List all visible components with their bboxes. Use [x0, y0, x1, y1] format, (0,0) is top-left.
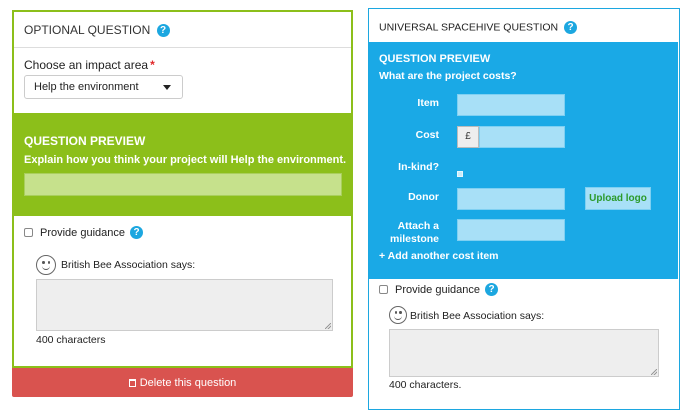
panel-title: OPTIONAL QUESTION — [24, 23, 151, 37]
preview-title: QUESTION PREVIEW — [24, 134, 146, 148]
guidance-label: Provide guidance — [395, 283, 481, 296]
add-cost-item-link[interactable]: + Add another cost item — [379, 250, 499, 262]
impact-area-label-text: Choose an impact area — [24, 58, 149, 72]
donor-label: Donor — [408, 191, 439, 203]
donor-input[interactable] — [457, 188, 565, 210]
trash-icon — [128, 379, 136, 387]
select-value: Help the environment — [34, 81, 139, 93]
help-icon[interactable]: ? — [485, 283, 499, 296]
provide-guidance-row: Provide guidance ? — [24, 226, 144, 239]
universal-question-panel: UNIVERSAL SPACEHIVE QUESTION ? QUESTION … — [368, 8, 680, 410]
panel-header: OPTIONAL QUESTION ? — [14, 12, 351, 48]
impact-area-label: Choose an impact area * — [24, 58, 155, 72]
preview-title: QUESTION PREVIEW — [379, 53, 491, 65]
guidance-label: Provide guidance — [40, 226, 126, 239]
currency-addon: £ — [457, 126, 479, 148]
provide-guidance-row: Provide guidance ? — [379, 283, 499, 296]
delete-question-button[interactable]: Delete this question — [12, 368, 353, 397]
preview-question: What are the project costs? — [379, 70, 517, 82]
guidance-checkbox[interactable] — [24, 228, 33, 237]
cost-label: Cost — [415, 129, 439, 141]
cost-input[interactable] — [479, 126, 565, 148]
impact-area-select[interactable]: Help the environment — [24, 75, 183, 99]
character-count: 400 characters — [36, 334, 106, 346]
resize-handle[interactable] — [325, 323, 331, 329]
preview-answer-input[interactable] — [24, 173, 342, 196]
help-icon[interactable]: ? — [564, 21, 578, 34]
help-icon[interactable]: ? — [130, 226, 144, 239]
in-kind-label: In-kind? — [398, 161, 439, 173]
guidance-author: British Bee Association says: — [410, 310, 545, 322]
milestone-input[interactable] — [457, 219, 565, 241]
smiley-icon — [389, 306, 407, 324]
delete-label: Delete this question — [139, 376, 237, 389]
optional-question-panel: OPTIONAL QUESTION ? Choose an impact are… — [12, 10, 353, 368]
in-kind-checkbox[interactable] — [457, 171, 463, 177]
required-mark: * — [150, 58, 155, 72]
guidance-author: British Bee Association says: — [61, 259, 196, 271]
guidance-checkbox[interactable] — [379, 285, 388, 294]
panel-title: UNIVERSAL SPACEHIVE QUESTION — [379, 21, 559, 34]
guidance-textarea[interactable] — [389, 329, 659, 377]
milestone-label: Attach a milestone — [389, 220, 439, 245]
item-input[interactable] — [457, 94, 565, 116]
help-icon[interactable]: ? — [156, 24, 170, 38]
resize-handle[interactable] — [651, 369, 657, 375]
question-preview: QUESTION PREVIEW What are the project co… — [369, 42, 678, 279]
item-label: Item — [417, 97, 439, 109]
question-preview: QUESTION PREVIEW Explain how you think y… — [14, 113, 351, 216]
panel-header: UNIVERSAL SPACEHIVE QUESTION ? — [369, 9, 679, 42]
upload-logo-button[interactable]: Upload logo — [585, 187, 651, 210]
guidance-textarea[interactable] — [36, 279, 333, 331]
caret-down-icon — [163, 85, 171, 90]
preview-question: Explain how you think your project will … — [24, 154, 347, 166]
smiley-icon — [36, 255, 56, 275]
character-count: 400 characters. — [389, 379, 462, 391]
